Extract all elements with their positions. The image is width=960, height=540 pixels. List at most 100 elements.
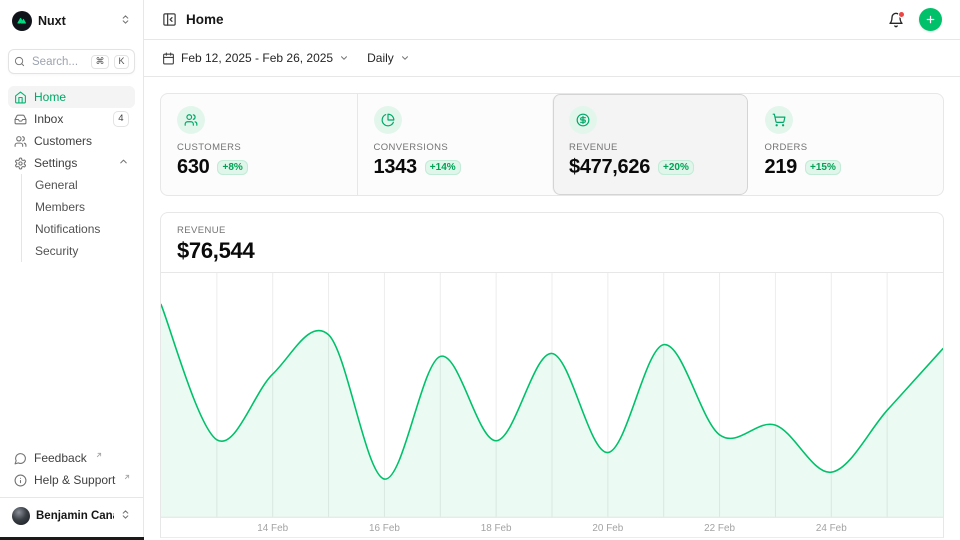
page-title: Home — [186, 12, 224, 27]
gear-icon — [14, 157, 27, 170]
kbd-command: ⌘ — [91, 55, 109, 69]
collapse-sidebar-button[interactable] — [162, 12, 177, 27]
sidebar-footer: Feedback Help & Support Benjamin Canac — [8, 447, 135, 532]
inbox-icon — [14, 113, 27, 126]
stat-delta-badge: +15% — [805, 160, 841, 175]
chart-kicker: REVENUE — [177, 225, 927, 236]
sidebar-item-label: Customers — [34, 134, 92, 148]
svg-text:14 Feb: 14 Feb — [257, 523, 288, 534]
stat-card-customers[interactable]: CUSTOMERS 630 +8% — [161, 94, 357, 195]
search-icon — [14, 56, 25, 67]
stat-delta-badge: +8% — [217, 160, 247, 175]
svg-text:22 Feb: 22 Feb — [704, 523, 735, 534]
svg-text:18 Feb: 18 Feb — [481, 523, 512, 534]
stat-label: REVENUE — [569, 142, 732, 153]
user-menu[interactable]: Benjamin Canac — [8, 503, 135, 529]
stat-delta-badge: +14% — [425, 160, 461, 175]
chevron-up-icon — [118, 156, 129, 170]
stat-label: CONVERSIONS — [374, 142, 537, 153]
external-link-icon — [123, 470, 131, 484]
user-name: Benjamin Canac — [36, 510, 114, 522]
sidebar-subitem-label: Notifications — [35, 222, 100, 236]
info-circle-icon — [14, 474, 27, 487]
add-button[interactable] — [919, 8, 942, 31]
stat-label: ORDERS — [765, 142, 928, 153]
team-name: Nuxt — [38, 14, 114, 28]
sidebar-item-label: Help & Support — [34, 473, 115, 487]
sidebar-nav: Home Inbox 4 Customers Settings General — [8, 86, 135, 262]
plus-icon — [925, 13, 936, 26]
sidebar-subitem-label: General — [35, 178, 78, 192]
svg-text:16 Feb: 16 Feb — [369, 523, 400, 534]
chevron-down-icon — [339, 53, 349, 63]
sidebar-item-help-support[interactable]: Help & Support — [8, 469, 135, 491]
stat-value: $477,626 — [569, 156, 650, 179]
sidebar-subitem-label: Members — [35, 200, 85, 214]
sidebar-subitem-security[interactable]: Security — [22, 240, 135, 262]
users-icon — [184, 113, 198, 127]
chart-current-value: $76,544 — [177, 238, 927, 264]
stat-label: CUSTOMERS — [177, 142, 341, 153]
notifications-button[interactable] — [888, 12, 904, 28]
sidebar-subitem-members[interactable]: Members — [22, 196, 135, 218]
dollar-circle-icon — [576, 113, 590, 127]
page-content: CUSTOMERS 630 +8% CONVERSIONS 1343 +14% — [144, 77, 960, 540]
sidebar-item-label: Home — [34, 90, 66, 104]
panel-left-close-icon — [162, 12, 177, 27]
stat-value: 1343 — [374, 156, 417, 179]
users-icon — [14, 135, 27, 148]
nuxt-logo-icon — [12, 11, 32, 31]
notification-dot — [898, 11, 905, 18]
stat-value: 630 — [177, 156, 209, 179]
main-panel: Home Feb 12, 2025 - Feb 26, 2025 Daily — [144, 0, 960, 540]
sidebar: Nuxt ⌘ K Home Inbox 4 Customers — [0, 0, 144, 540]
sidebar-item-customers[interactable]: Customers — [8, 130, 135, 152]
date-range-label: Feb 12, 2025 - Feb 26, 2025 — [181, 51, 333, 65]
sidebar-item-label: Feedback — [34, 451, 87, 465]
sidebar-item-label: Settings — [34, 156, 77, 170]
period-label: Daily — [367, 51, 394, 65]
filters-toolbar: Feb 12, 2025 - Feb 26, 2025 Daily — [144, 40, 960, 77]
sidebar-subitem-label: Security — [35, 244, 78, 258]
stats-row: CUSTOMERS 630 +8% CONVERSIONS 1343 +14% — [160, 93, 944, 196]
period-select[interactable]: Daily — [367, 51, 410, 65]
chevrons-up-down-icon — [120, 12, 131, 30]
team-switcher[interactable]: Nuxt — [8, 8, 135, 34]
stat-delta-badge: +20% — [658, 160, 694, 175]
svg-text:24 Feb: 24 Feb — [816, 523, 847, 534]
stat-card-orders[interactable]: ORDERS 219 +15% — [748, 94, 944, 195]
kbd-k: K — [114, 55, 129, 69]
sidebar-item-feedback[interactable]: Feedback — [8, 447, 135, 469]
search-input[interactable] — [30, 55, 86, 69]
stat-card-conversions[interactable]: CONVERSIONS 1343 +14% — [357, 94, 553, 195]
revenue-area-chart[interactable]: 14 Feb 16 Feb 18 Feb 20 Feb 22 Feb 24 Feb — [161, 273, 943, 537]
sidebar-subitem-notifications[interactable]: Notifications — [22, 218, 135, 240]
svg-text:20 Feb: 20 Feb — [592, 523, 623, 534]
sidebar-item-home[interactable]: Home — [8, 86, 135, 108]
date-range-picker[interactable]: Feb 12, 2025 - Feb 26, 2025 — [162, 51, 349, 65]
revenue-chart-card: REVENUE $76,544 14 Feb 16 Feb 18 Feb 20 Feb… — [160, 212, 944, 538]
chart-plot-area[interactable]: 14 Feb 16 Feb 18 Feb 20 Feb 22 Feb 24 Feb — [161, 273, 943, 537]
chart-header: REVENUE $76,544 — [161, 213, 943, 273]
user-section: Benjamin Canac — [0, 497, 143, 532]
dashboard-app: Nuxt ⌘ K Home Inbox 4 Customers — [0, 0, 960, 540]
inbox-count-badge: 4 — [113, 111, 129, 126]
cart-icon — [772, 113, 786, 127]
calendar-icon — [162, 52, 175, 65]
chat-bubble-icon — [14, 452, 27, 465]
sidebar-subitem-general[interactable]: General — [22, 174, 135, 196]
settings-submenu: General Members Notifications Security — [21, 174, 135, 262]
stat-value: 219 — [765, 156, 797, 179]
chevrons-up-down-icon — [120, 507, 131, 525]
sidebar-item-settings[interactable]: Settings — [8, 152, 135, 174]
pie-chart-icon — [381, 113, 395, 127]
sidebar-item-inbox[interactable]: Inbox 4 — [8, 108, 135, 130]
search-box[interactable]: ⌘ K — [8, 49, 135, 74]
user-avatar — [12, 507, 30, 525]
sidebar-item-label: Inbox — [34, 112, 63, 126]
chevron-down-icon — [400, 53, 410, 63]
external-link-icon — [95, 448, 103, 462]
stat-card-revenue[interactable]: REVENUE $477,626 +20% — [552, 94, 748, 195]
top-header: Home — [144, 0, 960, 40]
home-icon — [14, 91, 27, 104]
